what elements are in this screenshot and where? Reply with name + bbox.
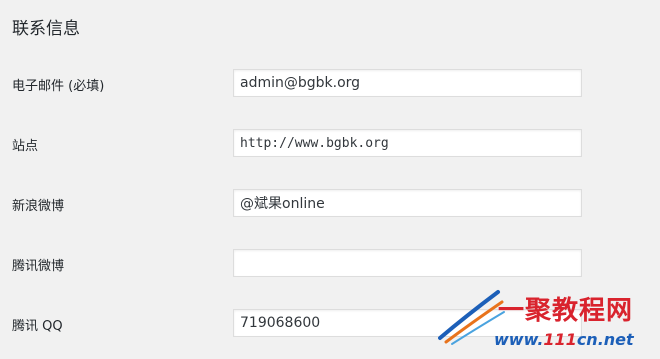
watermark-logo: 一聚教程网 www.111cn.net xyxy=(438,286,660,359)
tencent-weibo-label: 腾讯微博 xyxy=(12,259,65,274)
sina-weibo-row: 新浪微博 xyxy=(0,189,660,219)
watermark-url-prefix: www. xyxy=(494,330,544,349)
tencent-weibo-field[interactable] xyxy=(233,249,582,277)
tencent-weibo-row: 腾讯微博 xyxy=(0,249,660,279)
website-field[interactable] xyxy=(233,129,582,157)
watermark-url-111: 111 xyxy=(543,330,577,349)
watermark-url: www.111cn.net xyxy=(494,330,634,349)
email-row: 电子邮件 (必填) xyxy=(0,69,660,99)
website-label: 站点 xyxy=(12,139,39,154)
website-row: 站点 xyxy=(0,129,660,159)
email-label: 电子邮件 (必填) xyxy=(12,79,105,94)
section-title: 联系信息 xyxy=(12,19,80,39)
sina-weibo-label: 新浪微博 xyxy=(12,199,65,214)
watermark-title: 一聚教程网 xyxy=(498,296,634,326)
tencent-qq-label: 腾讯 QQ xyxy=(12,319,63,334)
watermark-url-suffix: cn.net xyxy=(576,330,634,349)
sina-weibo-field[interactable] xyxy=(233,189,582,217)
email-field[interactable] xyxy=(233,69,582,97)
